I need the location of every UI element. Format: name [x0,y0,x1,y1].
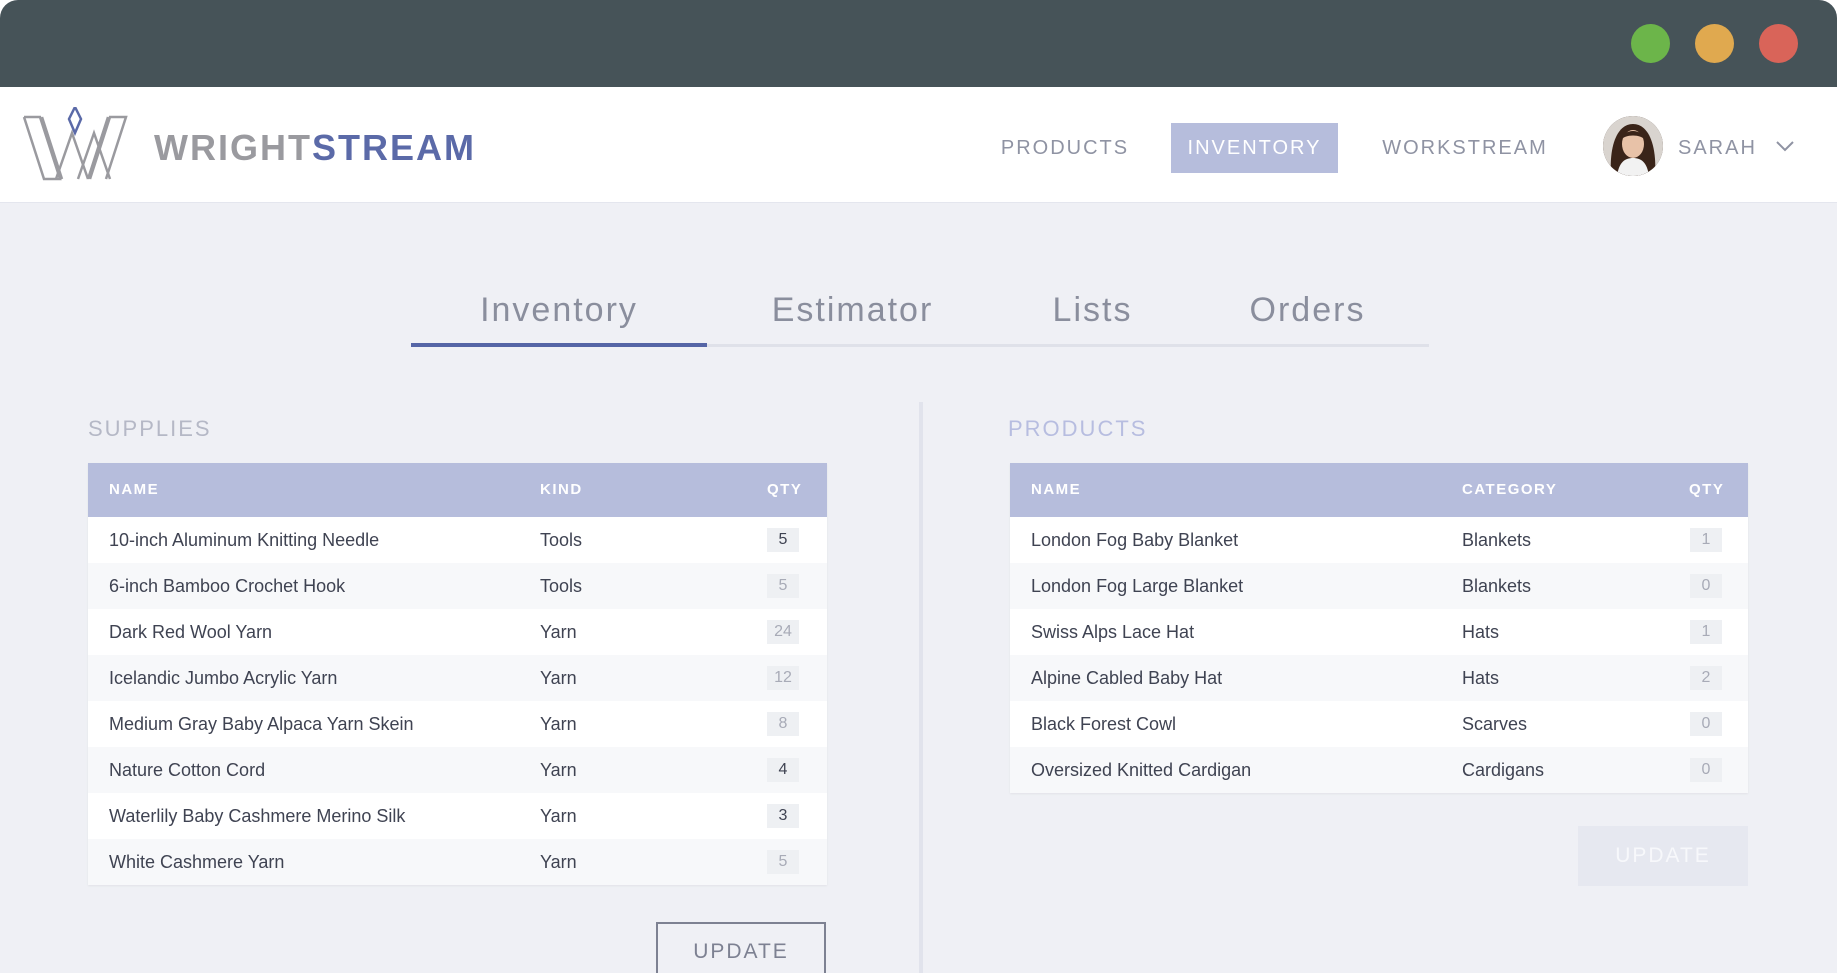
app-header: WRIGHTSTREAM PRODUCTS INVENTORY WORKSTRE… [0,87,1837,203]
nav-products[interactable]: PRODUCTS [990,123,1140,173]
chevron-down-icon[interactable] [1775,139,1795,153]
cell-kind: Yarn [540,806,577,826]
user-name[interactable]: SARAH [1678,123,1757,173]
column-header-kind[interactable]: KIND [540,463,583,517]
brand-wordmark: WRIGHTSTREAM [154,127,476,169]
column-header-category[interactable]: CATEGORY [1462,463,1557,517]
qty-input[interactable]: 4 [767,758,799,782]
table-row[interactable]: Black Forest Cowl Scarves 0 [1010,701,1748,747]
products-table: NAME CATEGORY QTY London Fog Baby Blanke… [1010,463,1748,793]
window-titlebar [0,0,1837,87]
tab-inventory[interactable]: Inventory [411,285,707,335]
qty-input[interactable]: 2 [1690,666,1722,690]
brand-part-2: STREAM [311,127,476,168]
table-row[interactable]: Dark Red Wool Yarn Yarn 24 [88,609,827,655]
cell-kind: Yarn [540,714,577,734]
table-row[interactable]: Nature Cotton Cord Yarn 4 [88,747,827,793]
cell-kind: Yarn [540,622,577,642]
qty-input[interactable]: 0 [1690,712,1722,736]
brand-part-1: WRIGHT [154,127,312,168]
table-row[interactable]: White Cashmere Yarn Yarn 5 [88,839,827,885]
table-row[interactable]: London Fog Large Blanket Blankets 0 [1010,563,1748,609]
cell-category: Blankets [1462,530,1532,550]
avatar[interactable] [1603,116,1663,176]
wrightstream-logo-icon[interactable] [22,107,128,183]
qty-input[interactable]: 5 [767,574,799,598]
table-row[interactable]: Swiss Alps Lace Hat Hats 1 [1010,609,1748,655]
qty-input[interactable]: 5 [767,850,799,874]
cell-kind: Yarn [540,852,577,872]
update-products-button[interactable]: UPDATE [1578,826,1748,886]
table-row[interactable]: 10-inch Aluminum Knitting Needle Tools 5 [88,517,827,563]
tab-lists[interactable]: Lists [1030,285,1155,335]
qty-input[interactable]: 8 [767,712,799,736]
table-row[interactable]: Waterlily Baby Cashmere Merino Silk Yarn 3 [88,793,827,839]
maximize-window-button[interactable] [1631,24,1670,63]
supplies-table: NAME KIND QTY 10-inch Aluminum Knitting … [88,463,827,885]
cell-kind: Tools [540,530,583,550]
cell-name: Oversized Knitted Cardigan [1031,760,1252,780]
cell-category: Cardigans [1462,760,1545,780]
cell-name: 6-inch Bamboo Crochet Hook [109,576,346,596]
cell-name: Waterlily Baby Cashmere Merino Silk [109,806,406,826]
cell-name: London Fog Baby Blanket [1031,530,1239,550]
close-window-button[interactable] [1759,24,1798,63]
cell-name: London Fog Large Blanket [1031,576,1244,596]
qty-input[interactable]: 0 [1690,758,1722,782]
column-header-name[interactable]: NAME [1031,463,1081,517]
products-title: PRODUCTS [1008,416,1148,441]
cell-name: Black Forest Cowl [1031,714,1177,734]
cell-kind: Yarn [540,668,577,688]
table-row[interactable]: London Fog Baby Blanket Blankets 1 [1010,517,1748,563]
cell-category: Scarves [1462,714,1528,734]
tab-active-indicator [411,343,707,347]
cell-name: Dark Red Wool Yarn [109,622,273,642]
qty-input[interactable]: 3 [767,804,799,828]
cell-category: Hats [1462,668,1500,688]
table-row[interactable]: 6-inch Bamboo Crochet Hook Tools 5 [88,563,827,609]
app-window: WRIGHTSTREAM PRODUCTS INVENTORY WORKSTRE… [0,0,1837,973]
table-row[interactable]: Medium Gray Baby Alpaca Yarn Skein Yarn 8 [88,701,827,747]
cell-name: Nature Cotton Cord [109,760,266,780]
column-header-qty[interactable]: QTY [1689,463,1724,517]
cell-name: Medium Gray Baby Alpaca Yarn Skein [109,714,414,734]
nav-inventory[interactable]: INVENTORY [1171,123,1338,173]
cell-category: Blankets [1462,576,1532,596]
qty-input[interactable]: 24 [767,620,799,644]
cell-name: 10-inch Aluminum Knitting Needle [109,530,380,550]
table-row[interactable]: Alpine Cabled Baby Hat Hats 2 [1010,655,1748,701]
table-row[interactable]: Icelandic Jumbo Acrylic Yarn Yarn 12 [88,655,827,701]
qty-input[interactable]: 0 [1690,574,1722,598]
minimize-window-button[interactable] [1695,24,1734,63]
supplies-table-body: 10-inch Aluminum Knitting Needle Tools 5 6-… [88,517,827,885]
products-table-body: London Fog Baby Blanket Blankets 1 London F… [1010,517,1748,793]
cell-kind: Yarn [540,760,577,780]
column-divider [919,402,923,973]
cell-name: Alpine Cabled Baby Hat [1031,668,1223,688]
column-header-qty[interactable]: QTY [767,463,802,517]
qty-input[interactable]: 1 [1690,620,1722,644]
tab-orders[interactable]: Orders [1225,285,1390,335]
cell-name: Swiss Alps Lace Hat [1031,622,1195,642]
supplies-table-header: NAME KIND QTY [88,463,827,517]
cell-name: Icelandic Jumbo Acrylic Yarn [109,668,338,688]
table-row[interactable]: Oversized Knitted Cardigan Cardigans 0 [1010,747,1748,793]
column-header-name[interactable]: NAME [109,463,159,517]
qty-input[interactable]: 5 [767,528,799,552]
qty-input[interactable]: 12 [767,666,799,690]
supplies-title: SUPPLIES [88,416,212,441]
qty-input[interactable]: 1 [1690,528,1722,552]
update-supplies-button[interactable]: UPDATE [656,922,826,973]
cell-category: Hats [1462,622,1500,642]
tab-estimator[interactable]: Estimator [740,285,965,335]
products-table-header: NAME CATEGORY QTY [1010,463,1748,517]
cell-kind: Tools [540,576,583,596]
cell-name: White Cashmere Yarn [109,852,285,872]
nav-workstream[interactable]: WORKSTREAM [1370,123,1560,173]
